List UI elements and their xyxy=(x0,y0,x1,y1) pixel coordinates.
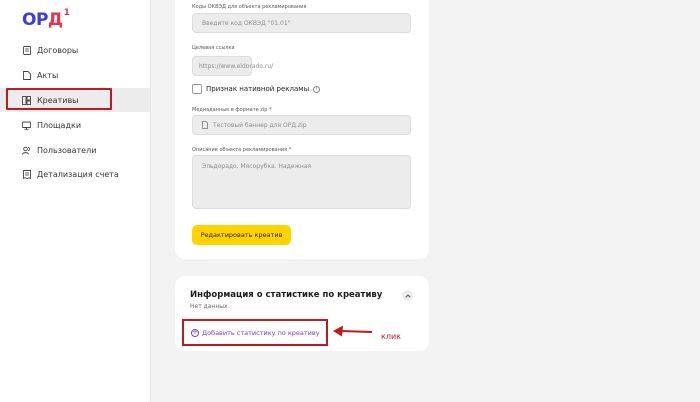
native-ad-row: Признак нативной рекламы i xyxy=(192,84,321,94)
file-icon xyxy=(22,70,31,80)
sidebar-item-users[interactable]: Пользователи xyxy=(0,138,150,162)
add-statistics-link[interactable]: + Добавить статистику по креативу xyxy=(182,319,328,346)
monitor-icon xyxy=(22,121,31,130)
stats-subtitle: Нет данных xyxy=(190,303,228,310)
sidebar-item-creatives[interactable]: Креативы xyxy=(0,88,150,112)
native-ad-checkbox[interactable] xyxy=(192,84,202,94)
receipt-icon xyxy=(22,169,31,179)
file-icon xyxy=(202,121,208,129)
sidebar-item-label: Детализация счета xyxy=(37,169,119,179)
annotation-arrow-icon xyxy=(333,325,373,337)
sidebar: ОРД1 Договоры Акты Креативы Площадки Пол… xyxy=(0,0,151,402)
click-annotation-label: клик xyxy=(381,332,401,341)
okved-label: Коды ОКВЭД для объекта рекламирования xyxy=(192,4,307,10)
highlight-frame xyxy=(6,88,112,110)
sidebar-item-label: Договоры xyxy=(37,45,79,55)
users-icon xyxy=(22,146,31,155)
media-file-field[interactable]: Тестовый баннер для ОРД.zip xyxy=(192,115,411,135)
creative-form-card: Коды ОКВЭД для объекта рекламирования Вв… xyxy=(175,0,429,259)
target-url-input[interactable]: https://www.eldorado.ru/ xyxy=(192,56,273,76)
add-statistics-label: Добавить статистику по креативу xyxy=(202,328,320,337)
edit-creative-button[interactable]: Редактировать креатив xyxy=(192,225,291,245)
sidebar-item-platforms[interactable]: Площадки xyxy=(0,113,150,137)
native-ad-label: Признак нативной рекламы xyxy=(206,85,310,93)
document-icon xyxy=(22,45,31,55)
chevron-up-icon xyxy=(404,293,411,298)
description-textarea[interactable]: Эльдорадо. Мясорубка. Надежная xyxy=(192,155,411,209)
info-icon[interactable]: i xyxy=(313,85,321,93)
okved-input[interactable]: Введите код ОКВЭД "01.01" xyxy=(192,13,411,33)
collapse-button[interactable] xyxy=(402,290,413,301)
sidebar-item-contracts[interactable]: Договоры xyxy=(0,38,150,62)
sidebar-item-label: Пользователи xyxy=(37,145,97,155)
stats-title: Информация о статистике по креативу xyxy=(190,290,383,300)
media-label: Медиаданные в формате zip * xyxy=(192,107,272,113)
media-file-name: Тестовый баннер для ОРД.zip xyxy=(213,121,307,129)
sidebar-item-label: Акты xyxy=(37,70,59,80)
sidebar-item-acts[interactable]: Акты xyxy=(0,63,150,87)
ord-logo[interactable]: ОРД1 xyxy=(22,8,70,30)
description-label: Описание объекта рекламирования * xyxy=(192,147,292,153)
sidebar-item-account-details[interactable]: Детализация счета xyxy=(0,162,150,186)
plus-circle-icon: + xyxy=(191,328,199,337)
target-url-label: Целевая ссылка xyxy=(192,45,235,51)
sidebar-item-label: Площадки xyxy=(37,120,82,130)
